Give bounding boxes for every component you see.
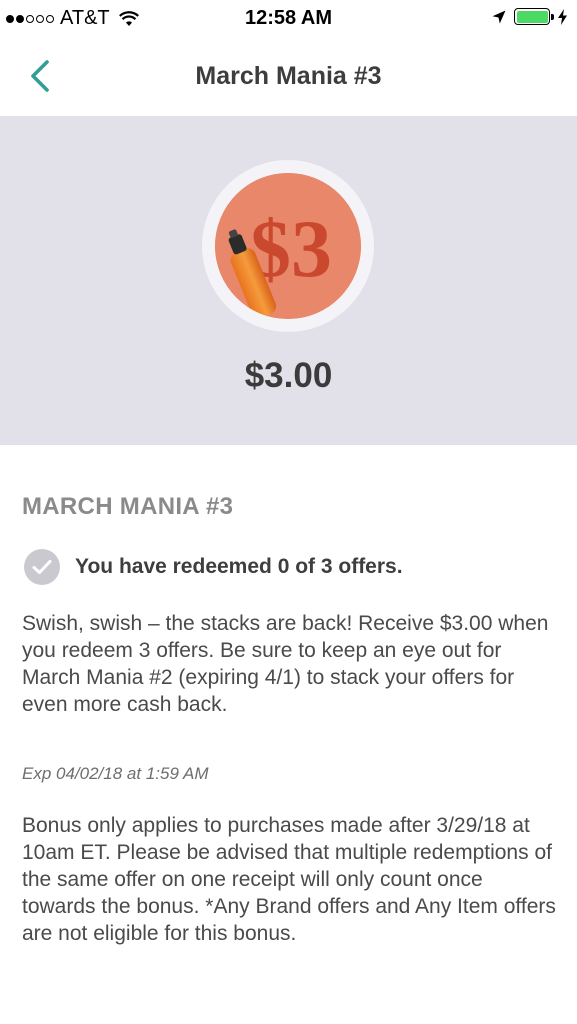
offer-amount: $3.00 [244,356,333,395]
offer-image: $3 [215,173,361,319]
battery-tip [551,14,554,20]
battery-icon [514,8,554,25]
offer-illustration: $3 [215,173,361,319]
offer-title: MARCH MANIA #3 [22,493,234,520]
offer-description: Swish, swish – the stacks are back! Rece… [22,612,549,716]
page-title: March Mania #3 [195,62,382,90]
clock: 12:58 AM [244,7,333,29]
location-arrow-icon [492,10,506,23]
check-circle-icon [24,549,60,585]
status-bar: AT&T 12:58 AM [0,0,577,38]
status-right [492,8,567,25]
nav-bar: March Mania #3 [0,38,577,116]
charging-bolt-icon [558,8,567,25]
offer-hero: $3 $3.00 [0,116,577,445]
offer-image-ring: $3 [202,160,374,332]
expiry-date: Exp 04/02/18 at 1:59 AM [22,764,209,783]
battery-fill [516,10,548,23]
redemption-progress: You have redeemed 0 of 3 offers. [24,549,403,585]
offer-terms: Bonus only applies to purchases made aft… [22,814,556,945]
redemption-status-text: You have redeemed 0 of 3 offers. [75,555,403,578]
checkmark-icon [32,560,52,574]
